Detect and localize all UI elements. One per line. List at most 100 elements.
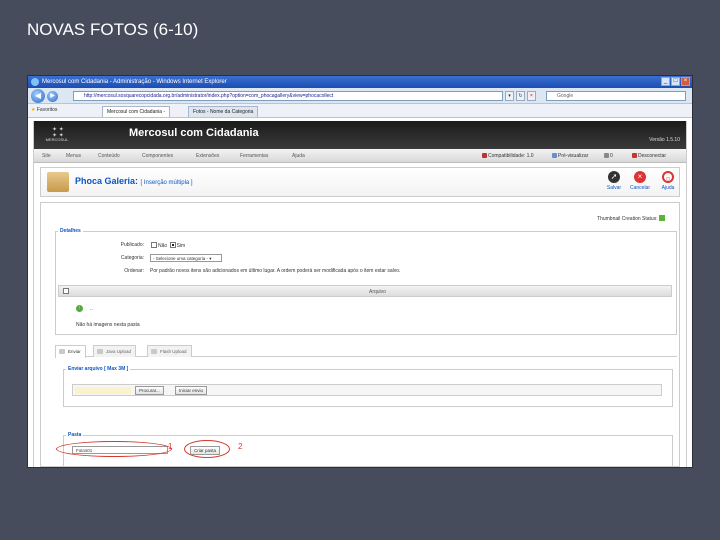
maximize-icon[interactable]: □ — [671, 77, 680, 86]
window-controls: _ □ × — [661, 77, 690, 86]
cancel-label: Cancelar — [629, 185, 650, 191]
java-tab-icon — [97, 349, 103, 354]
details-fieldset: Detalhes Publicado: Não Sim Categoria: -… — [55, 228, 677, 335]
category-select[interactable]: - Selecione uma categoria - ▾ — [150, 254, 222, 262]
slide-title: NOVAS FOTOS (6-10) — [27, 20, 199, 39]
messages-link[interactable]: 0 — [604, 153, 613, 159]
chevron-down-icon: ▾ — [209, 256, 212, 261]
folder-up-link[interactable]: .. — [90, 306, 93, 312]
window-title: Mercosul com Cidadania - Administração -… — [42, 79, 227, 85]
compat-status: Compatibilidade: 1.0 — [482, 153, 534, 159]
component-subtitle: [ Inserção múltipla ] — [140, 180, 193, 186]
no-images-text: Não há imagens nesta pasta — [76, 322, 140, 328]
tab-java-label: Java Upload — [106, 349, 132, 354]
flash-tab-icon — [151, 349, 157, 354]
save-button[interactable]: ➚ Salvar — [601, 171, 627, 191]
joomla-header: ✦ ✦ ✦ ✦ MERCOSUL Mercosul com Cidadania V… — [34, 121, 686, 149]
menu-components[interactable]: Componentes — [142, 153, 173, 159]
browser-tab-1[interactable]: Mercosul com Cidadania - — [102, 106, 171, 117]
select-all-checkbox[interactable] — [63, 288, 69, 294]
menu-content[interactable]: Conteúdo — [98, 153, 120, 159]
mercosul-logo: ✦ ✦ ✦ ✦ MERCOSUL — [42, 125, 72, 145]
back-arrow-icon[interactable]: ◀ — [31, 89, 45, 103]
menu-site[interactable]: Site — [42, 153, 51, 159]
tab-flash-label: Flash Upload — [160, 349, 187, 354]
status-ok-icon — [659, 215, 665, 221]
published-yes-radio[interactable] — [169, 242, 176, 248]
phoca-gallery-icon — [47, 172, 69, 192]
menu-extensions[interactable]: Extensões — [196, 153, 219, 159]
logout-link[interactable]: Desconectar — [632, 153, 666, 159]
browser-screenshot: Mercosul com Cidadania - Administração -… — [27, 75, 693, 468]
file-path-input[interactable] — [75, 387, 131, 394]
published-yes-label: Sim — [176, 243, 186, 249]
order-text: Por padrão novos itens são adicionados e… — [150, 268, 401, 274]
annotation-number-1: 1 — [168, 442, 173, 451]
category-label: Categoria: — [120, 255, 144, 261]
component-title: Phoca Galeria: — [75, 176, 139, 186]
published-radios: Não Sim — [150, 242, 185, 249]
order-label: Ordenar: — [124, 268, 144, 274]
logout-text: Desconectar — [638, 153, 667, 159]
file-table-header: Arquivo — [58, 285, 672, 297]
favorites-button[interactable]: ★ Favoritos — [31, 107, 57, 113]
column-file[interactable]: Arquivo — [369, 289, 386, 295]
published-label: Publicado: — [120, 242, 144, 248]
minimize-icon[interactable]: _ — [661, 77, 670, 86]
stop-icon[interactable]: × — [527, 91, 536, 101]
published-no-label: Não — [158, 243, 168, 249]
url-dropdown-icon[interactable]: ▾ — [505, 91, 514, 101]
upload-tab-icon — [59, 349, 65, 354]
close-icon[interactable]: × — [681, 77, 690, 86]
category-select-value: - Selecione uma categoria - — [153, 256, 209, 261]
admin-menu: Site Menus Conteúdo Componentes Extensõe… — [34, 149, 686, 163]
tab-enviar[interactable]: Enviar — [55, 345, 86, 358]
menu-help[interactable]: Ajuda — [292, 153, 305, 159]
save-label: Salvar — [606, 185, 622, 191]
tab-enviar-label: Enviar — [68, 349, 81, 354]
folder-up-icon[interactable]: ↑ — [76, 305, 83, 312]
highlight-ring-create-button — [184, 440, 230, 458]
start-upload-button[interactable]: Iniciar envio — [175, 386, 208, 395]
address-bar: ◀ ▶ http://mercosul.sosquarecopcidada.or… — [28, 88, 692, 104]
file-input-row: Procurar... Iniciar envio — [72, 384, 662, 396]
logo-stars-icon: ✦ ✦ ✦ ✦ — [52, 127, 64, 139]
compat-icon — [482, 153, 487, 158]
messages-count: 0 — [610, 153, 613, 159]
forward-arrow-icon[interactable]: ▶ — [47, 91, 58, 102]
page-content: ✦ ✦ ✦ ✦ MERCOSUL Mercosul com Cidadania V… — [33, 121, 687, 467]
site-name: Mercosul com Cidadania — [129, 127, 259, 139]
preview-text: Pré-visualizar — [558, 153, 589, 159]
browse-button[interactable]: Procurar... — [135, 386, 164, 395]
main-content: Thumbnail Creation Status: Detalhes Publ… — [40, 202, 680, 467]
folder-legend: Pasta — [66, 432, 84, 438]
messages-icon — [604, 153, 609, 158]
preview-link[interactable]: Pré-visualizar — [552, 153, 588, 159]
url-input[interactable]: http://mercosul.sosquarecopcidada.org.br… — [73, 91, 503, 101]
cancel-icon: × — [634, 171, 646, 183]
save-icon: ➚ — [608, 171, 620, 183]
version-label: Versão 1.5.10 — [649, 137, 680, 143]
menu-menus[interactable]: Menus — [66, 153, 81, 159]
send-file-fieldset: Enviar arquivo [ Max 3M ] Procurar... In… — [63, 366, 673, 407]
thumbnail-status-label: Thumbnail Creation Status: — [597, 216, 658, 222]
cancel-button[interactable]: × Cancelar — [627, 171, 653, 191]
thumbnail-status: Thumbnail Creation Status: — [597, 215, 665, 222]
tab-bar: ★ Favoritos Mercosul com Cidadania - Fot… — [28, 104, 692, 118]
help-icon: ○ — [662, 171, 674, 183]
menu-tools[interactable]: Ferramentas — [240, 153, 268, 159]
tab-flash-upload[interactable]: Flash Upload — [147, 345, 192, 357]
ie-logo-icon — [31, 78, 39, 86]
annotation-number-2: 2 — [238, 442, 243, 451]
tab-java-upload[interactable]: Java Upload — [93, 345, 137, 357]
search-input[interactable]: Google — [546, 91, 686, 101]
folder-fieldset: Pasta Fotos01 Criar pasta 1 2 — [56, 432, 673, 467]
browser-tab-2[interactable]: Fotos - Nome da Categoria — [188, 106, 259, 117]
preview-icon — [552, 153, 557, 158]
help-button[interactable]: ○ Ajuda — [655, 171, 681, 191]
published-no-radio[interactable] — [151, 242, 157, 248]
upload-tabs: Enviar Java Upload Flash Upload — [55, 343, 677, 358]
refresh-icon[interactable]: ↻ — [516, 91, 525, 101]
logout-icon — [632, 153, 637, 158]
page-title: Phoca Galeria: [ Inserção múltipla ] — [75, 176, 193, 186]
